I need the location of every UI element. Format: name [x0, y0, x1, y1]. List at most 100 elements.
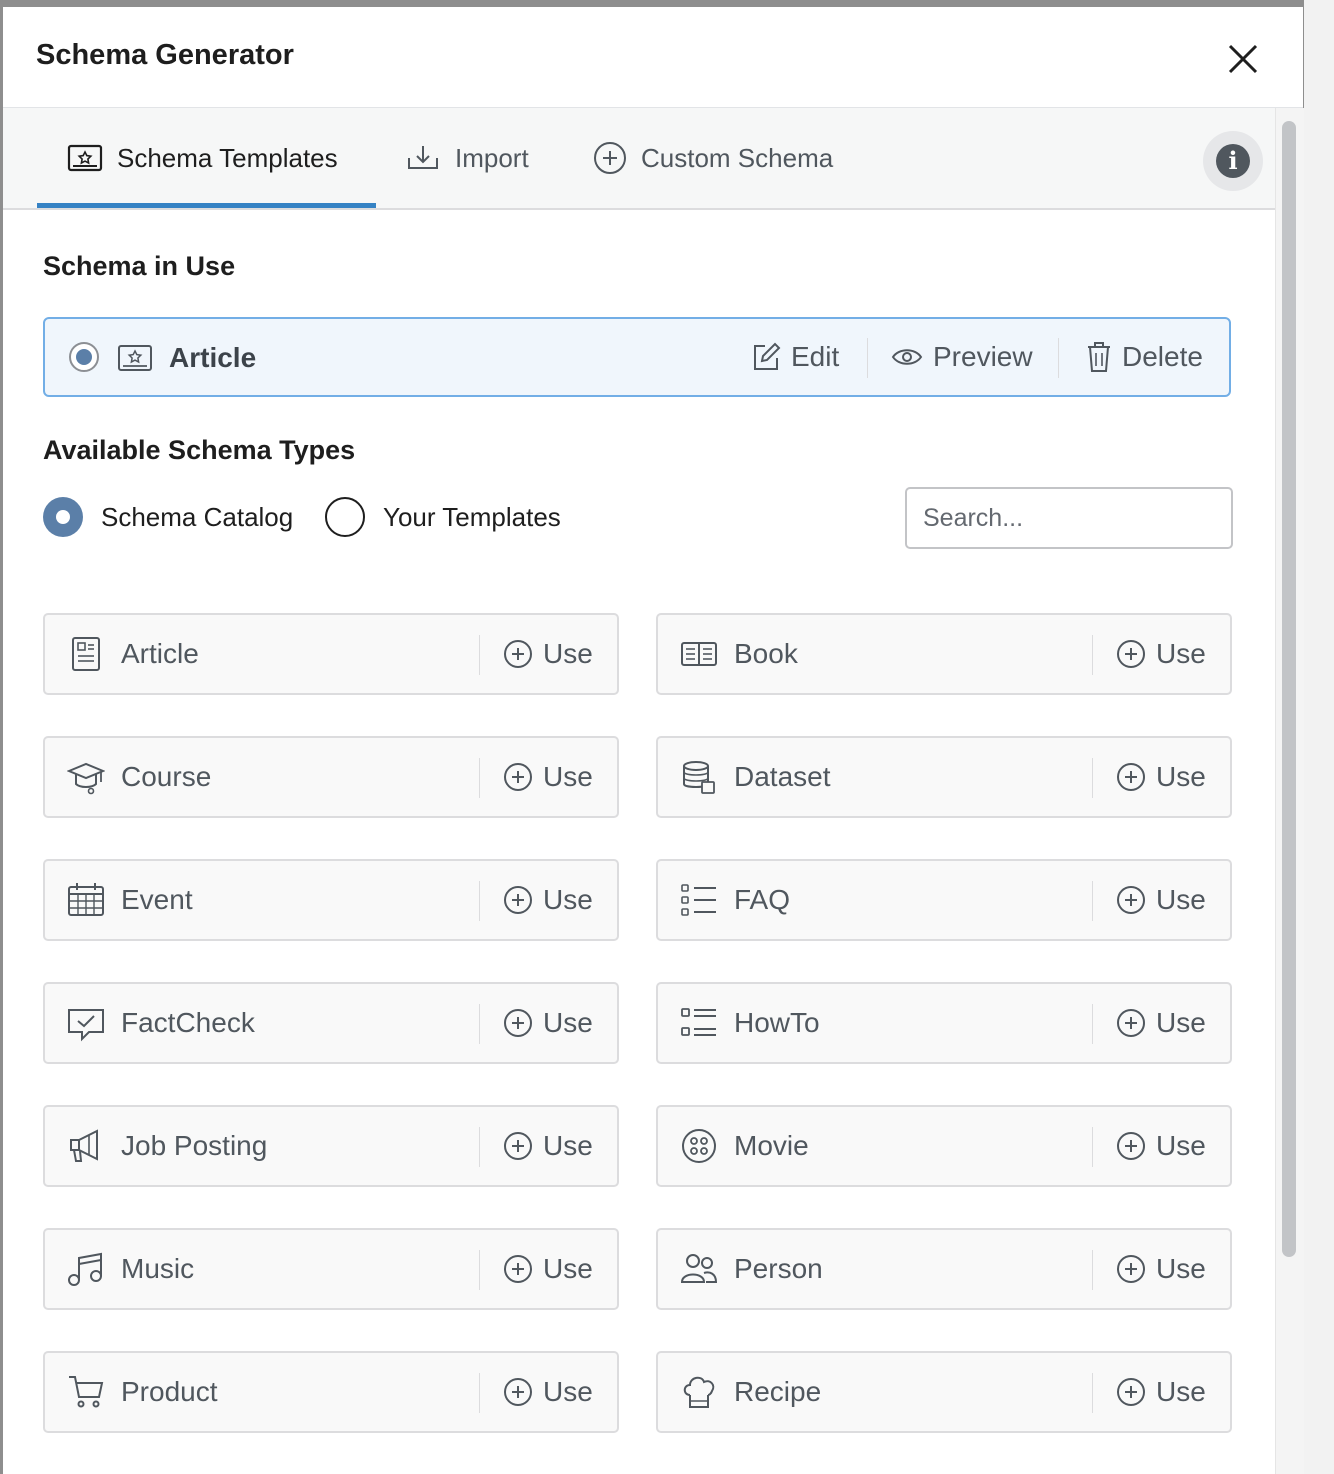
- plus-circle-icon: [1117, 886, 1145, 914]
- megaphone-icon: [70, 1129, 98, 1162]
- modal-header: Schema Generator: [3, 7, 1303, 108]
- delete-button[interactable]: Delete: [1086, 319, 1203, 395]
- plus-circle-icon: [504, 1009, 532, 1037]
- edit-button[interactable]: Edit: [751, 319, 839, 395]
- use-button[interactable]: Use: [503, 1107, 593, 1185]
- use-button[interactable]: Use: [1116, 1230, 1206, 1308]
- preview-label: Preview: [933, 341, 1033, 372]
- use-button[interactable]: Use: [503, 738, 593, 816]
- close-icon: [1228, 44, 1258, 74]
- schema-type-label: Article: [121, 638, 199, 669]
- use-button[interactable]: Use: [1116, 984, 1206, 1062]
- use-label: Use: [1156, 1007, 1206, 1038]
- schema-type-card-howto: HowTo Use: [656, 982, 1232, 1064]
- plus-circle-icon: [594, 142, 626, 174]
- use-button[interactable]: Use: [503, 984, 593, 1062]
- schema-type-label: Movie: [734, 1130, 809, 1161]
- card-divider: [479, 758, 480, 798]
- factcheck-icon: [68, 1009, 104, 1042]
- card-divider: [479, 1127, 480, 1167]
- tab-custom-schema[interactable]: Custom Schema: [563, 108, 863, 208]
- use-label: Use: [1156, 1376, 1206, 1407]
- schema-templates-icon: [67, 144, 103, 172]
- calendar-icon: [68, 883, 104, 916]
- schema-type-card-product: Product Use: [43, 1351, 619, 1433]
- action-divider: [1058, 338, 1059, 378]
- tab-import[interactable]: Import: [375, 108, 559, 208]
- plus-circle-icon: [1117, 1378, 1145, 1406]
- your-templates-option[interactable]: Your Templates: [325, 497, 561, 537]
- card-divider: [479, 1250, 480, 1290]
- use-label: Use: [1156, 638, 1206, 669]
- preview-button[interactable]: Preview: [891, 319, 1033, 395]
- scrollbar-thumb[interactable]: [1282, 121, 1296, 1257]
- cart-icon: [69, 1376, 104, 1408]
- use-button[interactable]: Use: [1116, 1353, 1206, 1431]
- schema-type-label: Recipe: [734, 1376, 822, 1407]
- info-button[interactable]: i: [1203, 131, 1263, 191]
- use-button[interactable]: Use: [503, 861, 593, 939]
- info-icon: i: [1216, 144, 1250, 178]
- use-label: Use: [1156, 1130, 1206, 1161]
- schema-catalog-radio[interactable]: [43, 497, 83, 537]
- edit-label: Edit: [791, 341, 840, 372]
- action-divider: [867, 338, 868, 378]
- schema-type-card-faq: FAQ Use: [656, 859, 1232, 941]
- plus-circle-icon: [504, 1378, 532, 1406]
- schema-type-card-music: Music Use: [43, 1228, 619, 1310]
- backdrop: [1304, 0, 1334, 1474]
- tab-label: Import: [455, 142, 529, 173]
- plus-circle-icon: [1117, 763, 1145, 791]
- use-button[interactable]: Use: [503, 615, 593, 693]
- schema-generator-modal: Schema Generator Schema Templates Import: [3, 7, 1304, 1474]
- plus-circle-icon: [504, 640, 532, 668]
- use-button[interactable]: Use: [503, 1230, 593, 1308]
- schema-type-label: Product: [121, 1376, 218, 1407]
- delete-label: Delete: [1122, 341, 1203, 372]
- use-button[interactable]: Use: [503, 1353, 593, 1431]
- schema-type-label: HowTo: [734, 1007, 820, 1038]
- close-button[interactable]: [1221, 37, 1265, 81]
- people-icon: [680, 1254, 718, 1283]
- card-divider: [479, 1004, 480, 1044]
- modal-title: Schema Generator: [36, 39, 294, 71]
- schema-in-use-label: Article: [169, 342, 257, 373]
- use-button[interactable]: Use: [1116, 861, 1206, 939]
- use-label: Use: [1156, 1253, 1206, 1284]
- use-label: Use: [543, 761, 593, 792]
- use-button[interactable]: Use: [1116, 615, 1206, 693]
- schema-type-label: FactCheck: [121, 1007, 255, 1038]
- schema-type-label: Job Posting: [121, 1130, 268, 1161]
- use-button[interactable]: Use: [1116, 738, 1206, 816]
- your-templates-radio[interactable]: [325, 497, 365, 537]
- schema-type-label: Person: [734, 1253, 823, 1284]
- plus-circle-icon: [1117, 1132, 1145, 1160]
- schema-type-label: Book: [734, 638, 798, 669]
- card-divider: [1092, 1373, 1093, 1413]
- schema-in-use-radio[interactable]: [69, 342, 99, 372]
- plus-circle-icon: [1117, 1255, 1145, 1283]
- use-label: Use: [543, 1376, 593, 1407]
- plus-circle-icon: [504, 763, 532, 791]
- available-schema-heading: Available Schema Types: [43, 435, 356, 465]
- tab-schema-templates[interactable]: Schema Templates: [37, 108, 368, 208]
- plus-circle-icon: [504, 1255, 532, 1283]
- chef-hat-icon: [683, 1376, 715, 1408]
- schema-in-use-heading: Schema in Use: [43, 251, 236, 281]
- schema-catalog-label: Schema Catalog: [101, 501, 294, 532]
- article-icon: [72, 637, 100, 671]
- music-note-icon: [68, 1252, 102, 1286]
- use-label: Use: [543, 638, 593, 669]
- use-label: Use: [543, 1253, 593, 1284]
- search-input[interactable]: [905, 487, 1233, 549]
- import-icon: [408, 146, 438, 169]
- schema-catalog-option[interactable]: Schema Catalog: [43, 497, 293, 537]
- schema-type-card-event: Event Use: [43, 859, 619, 941]
- your-templates-label: Your Templates: [383, 501, 561, 532]
- card-divider: [1092, 1127, 1093, 1167]
- schema-type-label: Music: [121, 1253, 195, 1284]
- trash-icon: [1088, 342, 1110, 372]
- use-button[interactable]: Use: [1116, 1107, 1206, 1185]
- schema-type-card-movie: Movie Use: [656, 1105, 1232, 1187]
- plus-circle-icon: [504, 886, 532, 914]
